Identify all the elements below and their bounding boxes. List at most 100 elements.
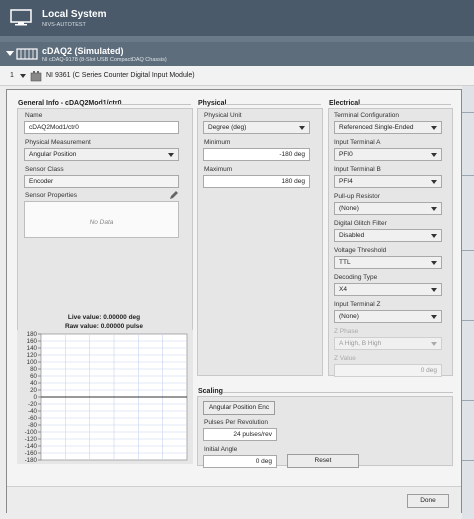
divider	[359, 104, 451, 105]
physical-unit-dropdown[interactable]: Degree (deg)	[203, 121, 310, 134]
voltage-threshold-value: TTL	[339, 259, 351, 266]
initial-angle-field[interactable]: 0 deg	[203, 455, 277, 468]
glitch-filter-label: Digital Glitch Filter	[334, 220, 387, 227]
chassis-title: cDAQ2 (Simulated)	[42, 46, 124, 56]
decoding-type-value: X4	[339, 286, 347, 293]
physical-measurement-value: Angular Position	[29, 151, 77, 158]
y-tick-label: -80	[28, 422, 38, 429]
dialog-footer: Done	[7, 486, 461, 513]
y-tick-label: 40	[30, 380, 37, 387]
y-tick-label: 160	[27, 338, 38, 345]
name-field[interactable]: cDAQ2Mod1/ctr0	[24, 121, 179, 134]
voltage-threshold-dropdown[interactable]: TTL	[334, 256, 442, 269]
input-terminal-a-label: Input Terminal A	[334, 139, 381, 146]
module-title: NI 9361 (C Series Counter Digital Input …	[46, 72, 195, 79]
y-tick-label: 0	[34, 394, 38, 401]
y-tick-label: -100	[25, 429, 38, 436]
sensor-class-field[interactable]: Encoder	[24, 175, 179, 188]
chassis-subtitle: NI cDAQ-9178 (8-Slot USB CompactDAQ Chas…	[42, 57, 167, 63]
y-tick-label: -20	[28, 401, 38, 408]
y-tick-label: -40	[28, 408, 38, 415]
physical-unit-value: Degree (deg)	[208, 124, 247, 131]
input-terminal-b-label: Input Terminal B	[334, 166, 381, 173]
pullup-resistor-value: (None)	[339, 205, 359, 212]
input-terminal-a-dropdown[interactable]: PFI0	[334, 148, 442, 161]
maximum-field[interactable]: 180 deg	[203, 175, 310, 188]
chevron-down-icon	[431, 126, 437, 130]
input-terminal-z-value: (None)	[339, 313, 359, 320]
divider	[223, 392, 453, 393]
chevron-down-icon	[168, 153, 174, 157]
module-row[interactable]: 1 NI 9361 (C Series Counter Digital Inpu…	[0, 66, 474, 86]
chassis-header[interactable]: cDAQ2 (Simulated) NI cDAQ-9178 (8-Slot U…	[0, 42, 474, 66]
sensor-class-label: Sensor Class	[25, 166, 64, 173]
chevron-down-icon	[431, 234, 437, 238]
system-header[interactable]: Local System NIVS-AUTOTEST	[0, 0, 474, 36]
pencil-edit-icon[interactable]	[169, 190, 179, 200]
glitch-filter-value: Disabled	[339, 232, 365, 239]
physical-unit-label: Physical Unit	[204, 112, 242, 119]
strip-divider	[462, 320, 474, 321]
no-data-text: No Data	[89, 219, 114, 226]
strip-divider	[462, 400, 474, 401]
terminal-config-label: Terminal Configuration	[334, 112, 400, 119]
done-button[interactable]: Done	[407, 494, 449, 508]
strip-divider	[462, 112, 474, 113]
chevron-down-icon	[299, 126, 305, 130]
y-tick-label: 20	[30, 387, 37, 394]
terminal-config-dropdown[interactable]: Referenced Single-Ended	[334, 121, 442, 134]
maximum-label: Maximum	[204, 166, 233, 173]
chevron-down-icon	[431, 180, 437, 184]
initial-angle-label: Initial Angle	[204, 446, 238, 453]
y-tick-label: -60	[28, 415, 38, 422]
chevron-down-icon	[431, 315, 437, 319]
chevron-down-icon	[431, 342, 437, 346]
decoding-type-dropdown[interactable]: X4	[334, 283, 442, 296]
chevron-down-icon	[431, 261, 437, 265]
input-terminal-b-dropdown[interactable]: PFI4	[334, 175, 442, 188]
glitch-filter-dropdown[interactable]: Disabled	[334, 229, 442, 242]
chevron-down-icon	[431, 207, 437, 211]
system-title: Local System	[42, 9, 107, 20]
expand-triangle-icon[interactable]	[20, 74, 26, 78]
computer-icon	[10, 9, 32, 26]
y-tick-label: -140	[25, 443, 38, 450]
scaling-title: Scaling	[198, 388, 223, 395]
y-tick-label: 140	[27, 345, 38, 352]
physical-measurement-dropdown[interactable]: Angular Position	[24, 148, 179, 161]
pullup-resistor-dropdown[interactable]: (None)	[334, 202, 442, 215]
decoding-type-label: Decoding Type	[334, 274, 378, 281]
chassis-icon	[16, 48, 38, 60]
sensor-properties-box: No Data	[24, 201, 179, 238]
collapse-triangle-icon[interactable]	[6, 51, 14, 56]
scale-type-button[interactable]: Angular Position Enc	[203, 401, 275, 415]
y-tick-label: -120	[25, 436, 38, 443]
reset-button[interactable]: Reset	[287, 454, 359, 468]
input-terminal-a-value: PFI0	[339, 151, 353, 158]
physical-measurement-label: Physical Measurement	[25, 139, 91, 146]
z-value-field[interactable]: 0 deg	[334, 364, 442, 377]
voltage-threshold-label: Voltage Threshold	[334, 247, 387, 254]
z-phase-value: A High, B High	[339, 340, 382, 347]
minimum-field[interactable]: -180 deg	[203, 148, 310, 161]
chevron-down-icon	[431, 288, 437, 292]
name-label: Name	[25, 112, 43, 119]
y-tick-label: -160	[25, 450, 38, 457]
input-terminal-z-dropdown[interactable]: (None)	[334, 310, 442, 323]
electrical-title: Electrical	[329, 100, 361, 107]
z-phase-label: Z Phase	[334, 328, 359, 335]
y-tick-label: -180	[25, 457, 38, 464]
chevron-down-icon	[431, 153, 437, 157]
physical-title: Physical	[198, 100, 227, 107]
live-value-text: Live value: 0.00000 deg	[67, 314, 141, 321]
terminal-config-value: Referenced Single-Ended	[339, 124, 414, 131]
channel-config-dialog: General Info - cDAQ2Mod1/ctr0 Name cDAQ2…	[6, 89, 462, 513]
live-value-chart: 180160140120100806040200-20-40-60-80-100…	[17, 330, 193, 464]
minimum-label: Minimum	[204, 139, 231, 146]
input-terminal-z-label: Input Terminal Z	[334, 301, 381, 308]
raw-value-text: Raw value: 0.00000 pulse	[64, 323, 144, 330]
z-phase-dropdown[interactable]: A High, B High	[334, 337, 442, 350]
y-tick-label: 100	[27, 359, 38, 366]
pulses-per-revolution-field[interactable]: 24 pulses/rev	[203, 428, 277, 441]
strip-divider	[462, 250, 474, 251]
